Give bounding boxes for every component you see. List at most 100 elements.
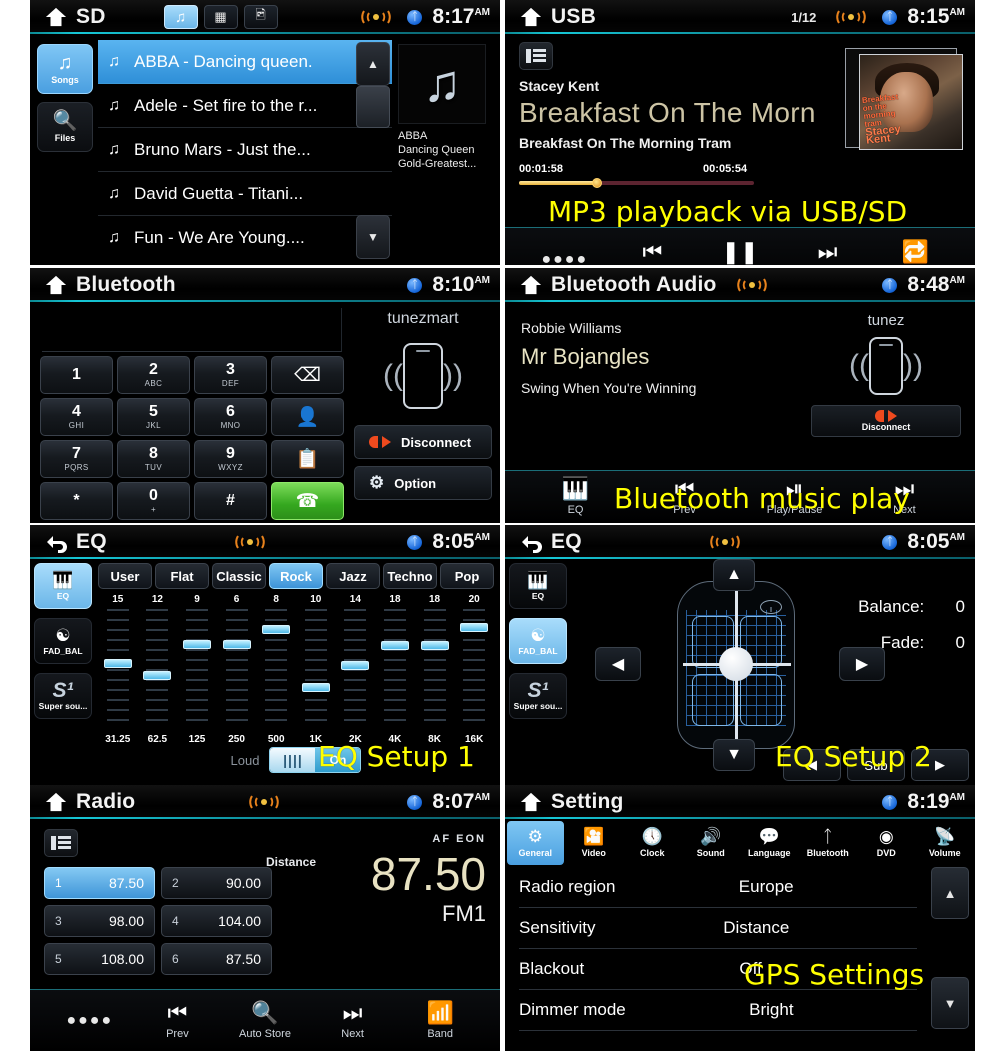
sidebar-item-eq[interactable]: 🎹 EQ bbox=[509, 563, 567, 609]
tab-sound[interactable]: 🔊 Sound bbox=[682, 821, 739, 865]
station-list-icon[interactable] bbox=[44, 829, 78, 857]
eq-band-500[interactable] bbox=[256, 609, 296, 729]
preset-pop[interactable]: Pop bbox=[440, 563, 494, 589]
call-key[interactable]: ☎ bbox=[271, 482, 344, 520]
eq-button[interactable]: 🎹 EQ bbox=[549, 477, 603, 516]
home-icon[interactable] bbox=[519, 6, 543, 28]
preset-techno[interactable]: Techno bbox=[383, 563, 437, 589]
sidebar-item-super-sound[interactable]: S¹ Super sou... bbox=[34, 673, 92, 719]
contacts-key[interactable]: 👤 bbox=[271, 398, 344, 436]
eq-band-1K[interactable] bbox=[296, 609, 336, 729]
eq-band-31.25[interactable] bbox=[98, 609, 138, 729]
eq-band-knob[interactable] bbox=[103, 659, 132, 669]
eq-band-knob[interactable] bbox=[420, 641, 449, 651]
eq-band-knob[interactable] bbox=[182, 640, 211, 650]
setting-row[interactable]: Radio region Europe bbox=[519, 867, 917, 908]
scroll-thumb[interactable] bbox=[356, 86, 390, 128]
key-4[interactable]: 4 GHI bbox=[40, 398, 113, 436]
tab-dvd[interactable]: ◉ DVD bbox=[858, 821, 915, 865]
key-1[interactable]: 1 bbox=[40, 356, 113, 394]
key-2[interactable]: 2 ABC bbox=[117, 356, 190, 394]
tab-video[interactable]: 🎦 Video bbox=[565, 821, 622, 865]
key-3[interactable]: 3 DEF bbox=[194, 356, 267, 394]
sd-song-list[interactable]: ♫ ABBA - Dancing queen. ♫ Adele - Set fi… bbox=[98, 40, 392, 265]
key-8[interactable]: 8 TUV bbox=[117, 440, 190, 478]
sd-photo-tab[interactable]: 🖻 bbox=[243, 5, 278, 29]
list-item[interactable]: ♫ Fun - We Are Young.... bbox=[98, 216, 392, 260]
preset-user[interactable]: User bbox=[98, 563, 152, 589]
scroll-down-icon[interactable]: ▼ bbox=[931, 977, 969, 1029]
back-arrow-icon[interactable] bbox=[519, 531, 543, 553]
tab-general[interactable]: ⚙ General bbox=[507, 821, 564, 865]
list-item[interactable]: ♫ David Guetta - Titani... bbox=[98, 172, 392, 216]
sidebar-item-eq[interactable]: 🎹 EQ bbox=[34, 563, 92, 609]
up-arrow-icon[interactable]: ▲ bbox=[713, 559, 755, 591]
home-icon[interactable] bbox=[44, 274, 68, 296]
left-arrow-icon[interactable]: ◀ bbox=[595, 647, 641, 681]
eq-band-2K[interactable] bbox=[336, 609, 376, 729]
tab-volume[interactable]: 📡 Volume bbox=[916, 821, 973, 865]
eq-band-8K[interactable] bbox=[415, 609, 455, 729]
key-star[interactable]: * bbox=[40, 482, 113, 520]
eq-band-knob[interactable] bbox=[341, 660, 370, 670]
key-0[interactable]: 0 + bbox=[117, 482, 190, 520]
key-5[interactable]: 5 JKL bbox=[117, 398, 190, 436]
prev-button[interactable]: ⏮ Prev bbox=[625, 240, 679, 266]
home-icon[interactable] bbox=[44, 6, 68, 28]
disconnect-button[interactable]: Disconnect bbox=[354, 425, 492, 459]
browse-list-icon[interactable] bbox=[519, 42, 553, 70]
setting-scrollbar[interactable]: ▲ ▼ bbox=[931, 867, 969, 1031]
next-button[interactable]: ⏭ Next bbox=[326, 1001, 380, 1040]
home-icon[interactable] bbox=[519, 274, 543, 296]
preset-5[interactable]: 5 108.00 bbox=[44, 943, 155, 975]
sidebar-item-fad-bal[interactable]: ☯ FAD_BAL bbox=[34, 618, 92, 664]
key-7[interactable]: 7 PQRS bbox=[40, 440, 113, 478]
eq-band-knob[interactable] bbox=[460, 623, 489, 633]
list-item[interactable]: ♫ Bruno Mars - Just the... bbox=[98, 128, 392, 172]
tab-language[interactable]: 💬 Language bbox=[741, 821, 798, 865]
key-9[interactable]: 9 WXYZ bbox=[194, 440, 267, 478]
scroll-down-icon[interactable]: ▼ bbox=[356, 215, 390, 259]
eq-band-250[interactable] bbox=[217, 609, 257, 729]
repeat-button[interactable]: 🔁 Repeat bbox=[888, 240, 942, 266]
prev-button[interactable]: ⏮ Prev bbox=[150, 1001, 204, 1040]
pause-button[interactable]: ❚❚ Pause bbox=[713, 240, 767, 266]
eq-band-4K[interactable] bbox=[375, 609, 415, 729]
band-button[interactable]: 📶 Band bbox=[413, 1001, 467, 1040]
scroll-up-icon[interactable]: ▲ bbox=[931, 867, 969, 919]
sidebar-item-songs[interactable]: ♫ Songs bbox=[37, 44, 93, 94]
key-hash[interactable]: # bbox=[194, 482, 267, 520]
eq-band-16K[interactable] bbox=[454, 609, 494, 729]
backspace-key[interactable]: ⌫ bbox=[271, 356, 344, 394]
list-item[interactable]: ♫ Adele - Set fire to the r... bbox=[98, 84, 392, 128]
preset-3[interactable]: 3 98.00 bbox=[44, 905, 155, 937]
back-arrow-icon[interactable] bbox=[44, 531, 68, 553]
next-button[interactable]: ⏭ Next bbox=[801, 240, 855, 266]
tab-clock[interactable]: 🕔 Clock bbox=[624, 821, 681, 865]
disconnect-button[interactable]: Disconnect bbox=[811, 405, 961, 437]
fade-balance-handle[interactable] bbox=[719, 647, 753, 681]
sd-video-tab[interactable]: ▦ bbox=[203, 5, 238, 29]
more-button[interactable]: ●●●● bbox=[538, 251, 592, 265]
auto-store-button[interactable]: 🔍 Auto Store bbox=[238, 1001, 292, 1040]
eq-band-knob[interactable] bbox=[301, 683, 330, 693]
sd-scrollbar[interactable]: ▲ ▼ bbox=[356, 40, 390, 265]
list-item[interactable]: ♫ ABBA - Dancing queen. bbox=[98, 40, 392, 84]
eq-band-125[interactable] bbox=[177, 609, 217, 729]
sidebar-item-fad-bal[interactable]: ☯ FAD_BAL bbox=[509, 618, 567, 664]
eq-band-62.5[interactable] bbox=[138, 609, 178, 729]
eq-sliders[interactable] bbox=[98, 609, 494, 729]
progress-bar[interactable] bbox=[519, 178, 754, 188]
preset-rock[interactable]: Rock bbox=[269, 563, 323, 589]
option-button[interactable]: ⚙ Option bbox=[354, 466, 492, 500]
preset-1[interactable]: 1 87.50 bbox=[44, 867, 155, 899]
call-log-key[interactable]: 📋 bbox=[271, 440, 344, 478]
sidebar-item-files[interactable]: 🔍 Files bbox=[37, 102, 93, 152]
key-6[interactable]: 6 MNO bbox=[194, 398, 267, 436]
eq-band-knob[interactable] bbox=[143, 671, 172, 681]
preset-jazz[interactable]: Jazz bbox=[326, 563, 380, 589]
eq-band-knob[interactable] bbox=[222, 640, 251, 650]
home-icon[interactable] bbox=[519, 791, 543, 813]
down-arrow-icon[interactable]: ▼ bbox=[713, 739, 755, 771]
sidebar-item-super-sound[interactable]: S¹ Super sou... bbox=[509, 673, 567, 719]
